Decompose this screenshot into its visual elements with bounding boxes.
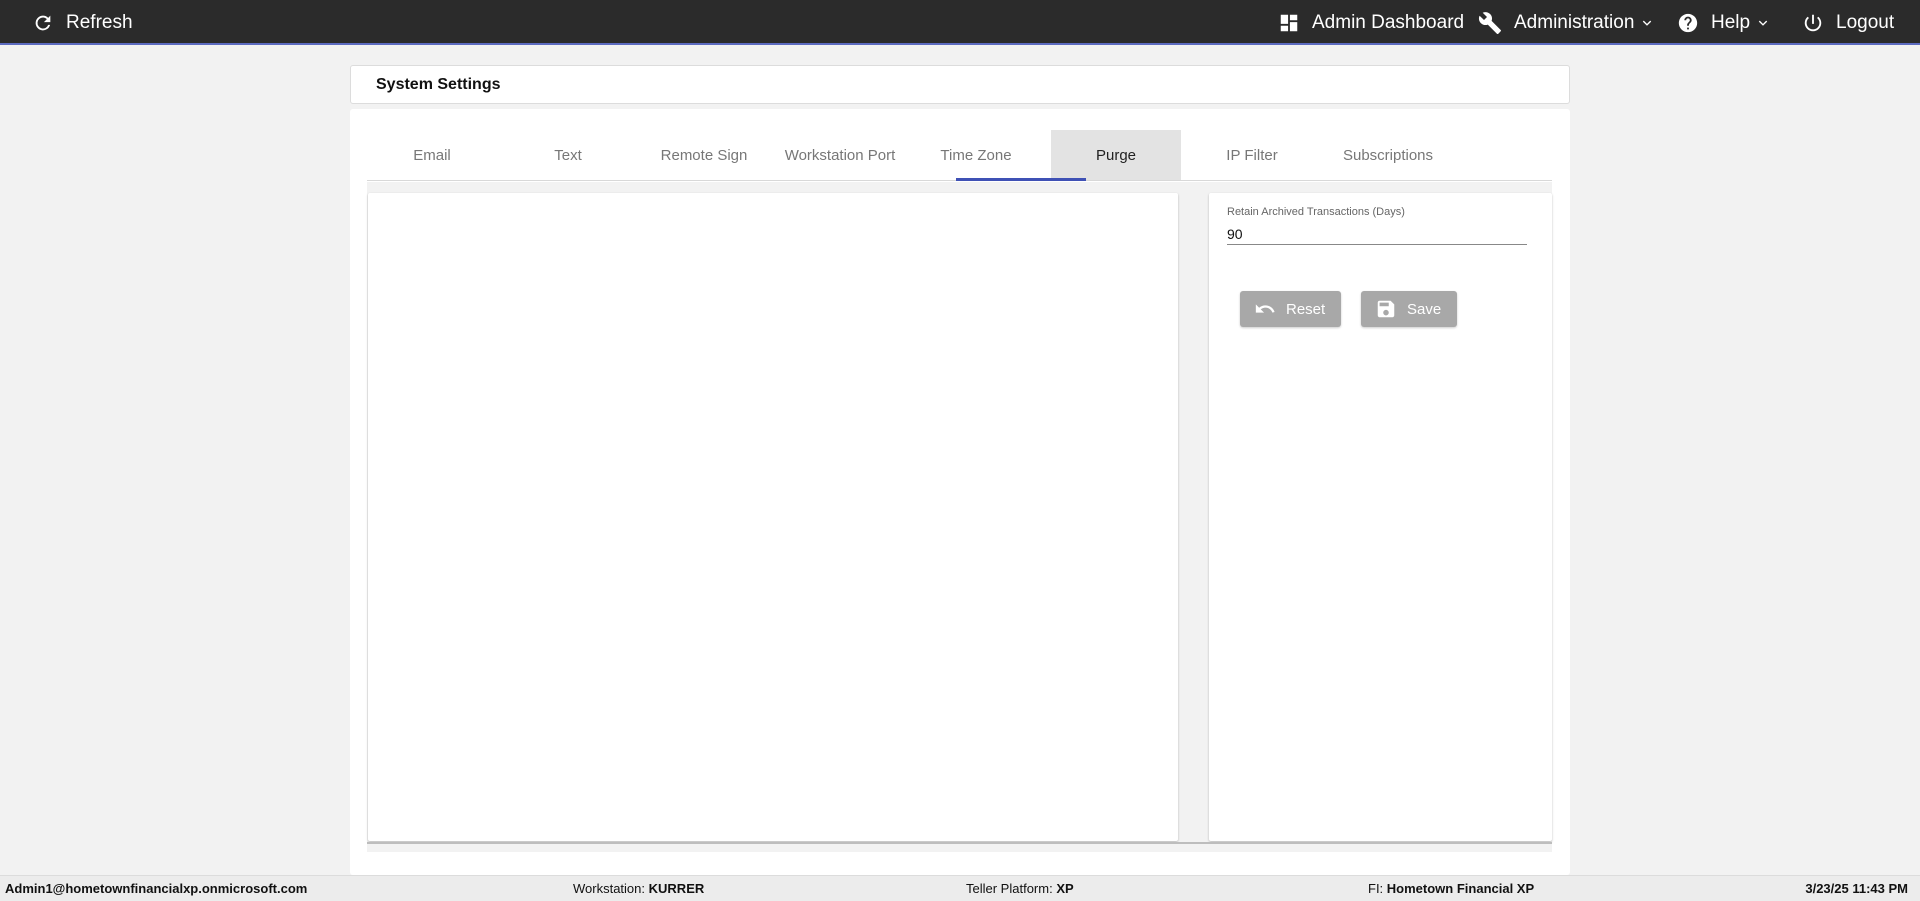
tab-email-label: Email [413, 146, 451, 164]
status-workstation: Workstation: KURRER [573, 881, 704, 896]
admin-dashboard-button[interactable]: Admin Dashboard [1278, 0, 1464, 45]
tab-workstation-port[interactable]: Workstation Port [775, 130, 905, 180]
status-datetime: 3/23/25 11:43 PM [1805, 881, 1908, 896]
tab-purge-label: Purge [1095, 146, 1137, 164]
chevron-down-icon [1643, 20, 1652, 26]
status-platform-label: Teller Platform: [966, 881, 1053, 896]
status-fi: FI: Hometown Financial XP [1368, 881, 1534, 896]
help-icon [1678, 13, 1698, 32]
tab-text[interactable]: Text [503, 130, 633, 180]
status-platform: Teller Platform: XP [966, 881, 1074, 896]
chevron-down-icon [1758, 20, 1768, 26]
left-content-panel [368, 193, 1178, 841]
status-workstation-value: KURRER [648, 881, 705, 896]
administration-menu[interactable]: Administration [1478, 0, 1654, 45]
tab-remote-sign[interactable]: Remote Sign [639, 130, 769, 180]
page-title-card: System Settings [350, 65, 1570, 104]
save-button[interactable]: Save [1361, 291, 1457, 327]
page-title: System Settings [376, 75, 501, 93]
status-fi-value: Hometown Financial XP [1386, 881, 1535, 896]
help-menu[interactable]: Help [1677, 0, 1770, 45]
admin-dashboard-label: Admin Dashboard [1312, 11, 1465, 33]
content-divider [367, 842, 1552, 844]
undo-icon [1255, 304, 1275, 313]
reset-button[interactable]: Reset [1240, 291, 1341, 327]
logout-button[interactable]: Logout [1802, 0, 1894, 45]
refresh-label: Refresh [66, 11, 133, 33]
tab-time-zone[interactable]: Time Zone [911, 130, 1041, 180]
save-label: Save [1407, 300, 1442, 318]
active-tab-indicator [956, 178, 1086, 181]
power-icon [1804, 14, 1822, 31]
tab-ip-filter[interactable]: IP Filter [1187, 130, 1317, 180]
tab-purge[interactable]: Purge [1051, 130, 1181, 180]
tab-remote-sign-label: Remote Sign [660, 146, 748, 164]
settings-tabs: Email Text Remote Sign Workstation Port … [367, 130, 1552, 181]
status-platform-value: XP [1056, 881, 1074, 896]
status-datetime-value: 3/23/25 11:43 PM [1805, 881, 1908, 896]
status-user-value: Admin1@hometownfinancialxp.onmicrosoft.c… [5, 881, 308, 896]
reset-label: Reset [1286, 300, 1326, 318]
retain-archived-field: Retain Archived Transactions (Days) [1227, 206, 1527, 245]
tab-text-label: Text [554, 146, 582, 164]
tab-workstation-port-label: Workstation Port [784, 146, 896, 164]
status-workstation-label: Workstation: [573, 881, 646, 896]
dashboard-icon [1280, 14, 1298, 31]
tab-subscriptions-label: Subscriptions [1342, 146, 1434, 164]
administration-label: Administration [1514, 11, 1635, 33]
status-bar: Admin1@hometownfinancialxp.onmicrosoft.c… [0, 875, 1920, 901]
logout-label: Logout [1836, 11, 1895, 33]
status-fi-label: FI: [1368, 881, 1384, 896]
retain-archived-label: Retain Archived Transactions (Days) [1227, 206, 1405, 218]
floppy-disk-icon [1377, 300, 1395, 318]
tab-ip-filter-label: IP Filter [1226, 146, 1278, 164]
tab-email[interactable]: Email [367, 130, 497, 180]
wrench-icon [1478, 11, 1501, 34]
status-user: Admin1@hometownfinancialxp.onmicrosoft.c… [5, 881, 307, 896]
refresh-icon [35, 15, 51, 30]
help-label: Help [1711, 11, 1751, 33]
tab-time-zone-label: Time Zone [940, 146, 1012, 164]
tab-subscriptions[interactable]: Subscriptions [1323, 130, 1453, 180]
refresh-button[interactable]: Refresh [32, 0, 133, 45]
retain-archived-input[interactable] [1227, 223, 1527, 245]
top-navigation-bar: Refresh Admin Dashboard Administration H… [0, 0, 1920, 45]
